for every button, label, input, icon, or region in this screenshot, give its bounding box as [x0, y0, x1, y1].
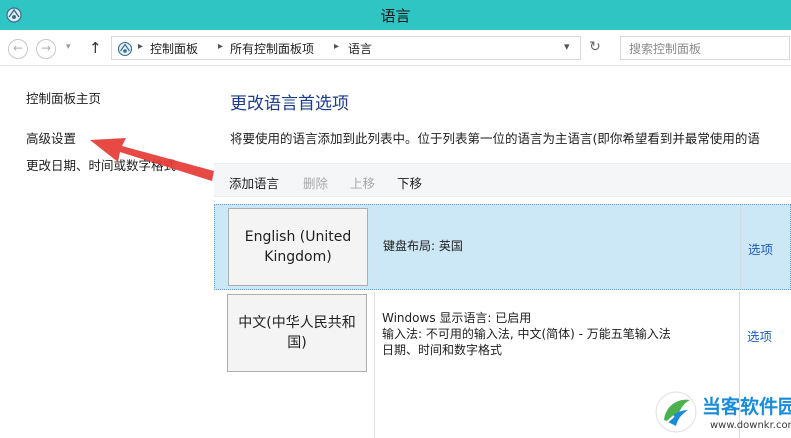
control-panel-icon	[117, 41, 133, 57]
language-row-english[interactable]: English (United Kingdom) 键盘布局: 英国 选项	[214, 204, 791, 290]
language-tile[interactable]: English (United Kingdom)	[228, 208, 368, 286]
navigation-bar: ← → ▾ ↑ ▸ 控制面板 ▸ 所有控制面板项 ▸ 语言 ▾ ↻ 搜索控制面板	[0, 30, 791, 66]
breadcrumb-control-panel[interactable]: 控制面板	[150, 40, 198, 57]
sidebar-item-control-panel-home[interactable]: 控制面板主页	[26, 88, 101, 107]
row-divider	[375, 205, 376, 289]
recent-locations-dropdown-icon[interactable]: ▾	[66, 42, 71, 52]
keyboard-layout-text: 键盘布局: 英国	[383, 239, 463, 253]
window-title: 语言	[380, 7, 411, 25]
language-details: 键盘布局: 英国	[383, 238, 463, 254]
row-divider	[740, 205, 741, 289]
input-method-text: 输入法: 不可用的输入法, 中文(简体) - 万能五笔输入法	[382, 327, 671, 341]
sidebar-item-date-time-format[interactable]: 更改日期、时间或数字格式	[26, 155, 176, 174]
search-input[interactable]: 搜索控制面板	[620, 36, 790, 60]
address-bar[interactable]: ▸ 控制面板 ▸ 所有控制面板项 ▸ 语言 ▾	[111, 36, 581, 60]
breadcrumb-separator-icon[interactable]: ▸	[334, 41, 339, 52]
page-description: 将要使用的语言添加到此列表中。位于列表第一位的语言为主语言(即你希望看到并最常使…	[230, 131, 760, 146]
breadcrumb-all-items[interactable]: 所有控制面板项	[230, 40, 314, 57]
address-dropdown-icon[interactable]: ▾	[564, 40, 570, 53]
add-language-button[interactable]: 添加语言	[229, 173, 279, 192]
move-up-button[interactable]: 上移	[350, 173, 375, 192]
date-time-format-text: 日期、时间和数字格式	[382, 343, 503, 357]
watermark-logo	[655, 391, 697, 433]
language-details: Windows 显示语言: 已启用 输入法: 不可用的输入法, 中文(简体) -…	[382, 310, 671, 358]
forward-arrow-icon[interactable]: →	[36, 39, 56, 59]
back-arrow-icon[interactable]: ←	[8, 39, 28, 59]
refresh-icon[interactable]: ↻	[584, 39, 606, 59]
display-language-text: Windows 显示语言: 已启用	[382, 311, 532, 325]
breadcrumb-separator-icon[interactable]: ▸	[138, 41, 143, 52]
watermark-brand: 当客软件园	[702, 396, 791, 418]
title-bar: 语言	[0, 0, 791, 30]
watermark-url: www.downkr.com	[710, 420, 791, 431]
move-down-button[interactable]: 下移	[397, 173, 422, 192]
page-title: 更改语言首选项	[230, 94, 349, 114]
language-tile[interactable]: 中文(中华人民共和国)	[227, 294, 367, 372]
breadcrumb-language[interactable]: 语言	[348, 40, 372, 57]
options-link[interactable]: 选项	[748, 239, 773, 258]
up-arrow-icon[interactable]: ↑	[89, 39, 102, 57]
sidebar-item-advanced-settings[interactable]: 高级设置	[26, 128, 76, 147]
row-divider	[374, 292, 375, 438]
breadcrumb-separator-icon[interactable]: ▸	[218, 41, 223, 52]
watermark: 当客软件园 www.downkr.com	[650, 388, 791, 438]
options-link[interactable]: 选项	[747, 326, 772, 345]
language-toolbar: 添加语言 删除 上移 下移	[214, 163, 791, 197]
remove-button[interactable]: 删除	[303, 173, 328, 192]
